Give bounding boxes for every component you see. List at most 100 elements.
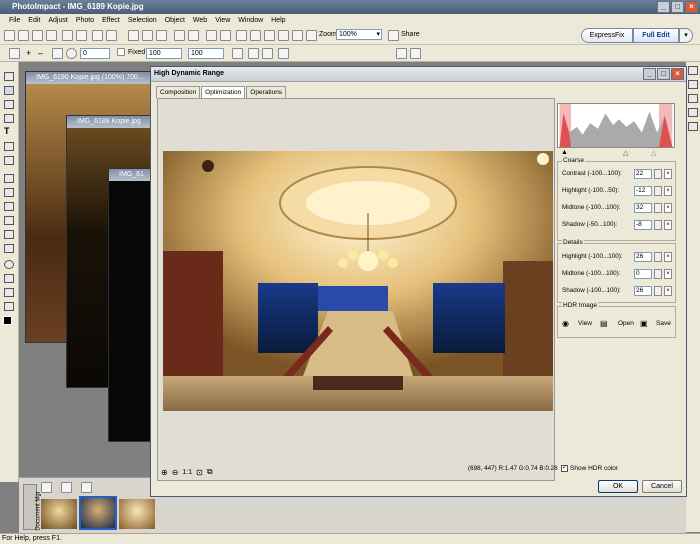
eyedropper-icon[interactable] <box>4 274 14 283</box>
object-icon[interactable] <box>278 30 289 41</box>
open-button[interactable]: Open <box>618 320 634 327</box>
panel-4-icon[interactable] <box>688 108 698 117</box>
pointer-tool-icon[interactable] <box>4 72 14 81</box>
menu-adjust[interactable]: Adjust <box>48 17 67 24</box>
retouch-tool-icon[interactable] <box>4 216 14 225</box>
pin-icon[interactable] <box>278 48 289 59</box>
menu-window[interactable]: Window <box>238 17 263 24</box>
align-icon[interactable] <box>232 48 243 59</box>
zoom-out-icon[interactable]: ⊖ <box>172 468 179 477</box>
rotate-icon[interactable] <box>220 30 231 41</box>
menu-selection[interactable]: Selection <box>128 17 157 24</box>
brush-icon[interactable] <box>292 30 303 41</box>
details-shadow-spinner[interactable] <box>654 286 662 296</box>
coarse-contrast-input[interactable]: 22 <box>634 169 652 179</box>
open-folder-icon[interactable]: ▤ <box>600 319 608 328</box>
new-icon[interactable] <box>4 30 15 41</box>
rectangle-icon[interactable] <box>52 48 63 59</box>
save-icon[interactable] <box>32 30 43 41</box>
cut-icon[interactable] <box>128 30 139 41</box>
minimize-button[interactable]: _ <box>657 1 670 13</box>
tab-operations[interactable]: Operations <box>246 86 287 98</box>
feather-icon[interactable] <box>262 48 273 59</box>
fill-tool-icon[interactable] <box>4 244 14 253</box>
panel-3-icon[interactable] <box>688 94 698 103</box>
lasso-tool-icon[interactable] <box>4 100 14 109</box>
details-shadow-reset[interactable]: × <box>664 286 672 296</box>
menu-object[interactable]: Object <box>165 17 185 24</box>
open-icon[interactable] <box>18 30 29 41</box>
close-button[interactable]: × <box>685 1 698 13</box>
play-icon[interactable] <box>41 482 52 493</box>
thumbnail-3[interactable] <box>119 499 155 529</box>
ok-button[interactable]: OK <box>598 480 638 493</box>
redo-icon[interactable] <box>188 30 199 41</box>
menu-edit[interactable]: Edit <box>28 17 40 24</box>
copy-icon[interactable] <box>142 30 153 41</box>
check-icon[interactable] <box>410 48 421 59</box>
coarse-highlight-reset[interactable]: × <box>664 186 672 196</box>
zoom-select[interactable]: 100% ▾ <box>336 29 382 40</box>
show-hdr-checkbox[interactable]: ✓ <box>561 465 568 472</box>
details-midtone-spinner[interactable] <box>654 269 662 279</box>
menu-effect[interactable]: Effect <box>102 17 120 24</box>
document-window-3[interactable]: IMG_61 <box>108 168 156 442</box>
menu-file[interactable]: File <box>9 17 20 24</box>
share-icon[interactable] <box>388 30 399 41</box>
mode-menu-button[interactable]: ▾ <box>679 28 693 43</box>
dialog-minimize-button[interactable]: _ <box>643 68 656 80</box>
path-tool-icon[interactable] <box>4 302 14 311</box>
grid-icon[interactable] <box>264 30 275 41</box>
home-icon[interactable] <box>396 48 407 59</box>
share-label[interactable]: Share <box>401 31 420 38</box>
details-midtone-input[interactable]: 0 <box>634 269 652 279</box>
transform-tool-icon[interactable] <box>4 156 14 165</box>
select-icon[interactable] <box>9 48 20 59</box>
camera-icon[interactable] <box>62 30 73 41</box>
plus-icon[interactable]: + <box>26 48 31 58</box>
eraser-icon[interactable] <box>4 230 14 239</box>
panel-2-icon[interactable] <box>688 80 698 89</box>
eye-tool-icon[interactable] <box>4 174 14 183</box>
menu-photo[interactable]: Photo <box>76 17 94 24</box>
details-shadow-input[interactable]: 26 <box>634 286 652 296</box>
details-midtone-reset[interactable]: × <box>664 269 672 279</box>
white-point-marker[interactable]: △ <box>651 149 656 157</box>
print-icon[interactable] <box>92 30 103 41</box>
mask-icon[interactable] <box>248 48 259 59</box>
compare-icon[interactable]: ⧉ <box>207 467 213 477</box>
clone-tool-icon[interactable] <box>4 202 14 211</box>
coarse-shadow-spinner[interactable] <box>654 220 662 230</box>
menu-help[interactable]: Help <box>271 17 285 24</box>
adjust-icon[interactable] <box>236 30 247 41</box>
list-view-icon[interactable] <box>61 482 72 493</box>
maximize-button[interactable]: □ <box>671 1 684 13</box>
actual-size-button[interactable]: 1:1 <box>182 469 192 476</box>
panel-5-icon[interactable] <box>688 122 698 131</box>
thumbnail-view-icon[interactable] <box>81 482 92 493</box>
cancel-button[interactable]: Cancel <box>642 480 682 493</box>
fit-window-icon[interactable]: ⊡ <box>196 468 203 477</box>
minus-icon[interactable]: – <box>38 48 43 58</box>
size-input[interactable]: 0 <box>80 48 110 59</box>
height-input[interactable]: 100 <box>188 48 224 59</box>
coarse-contrast-spinner[interactable] <box>654 169 662 179</box>
details-highlight-spinner[interactable] <box>654 252 662 262</box>
coarse-highlight-input[interactable]: -12 <box>634 186 652 196</box>
dialog-maximize-button[interactable]: □ <box>657 68 670 80</box>
preview-icon[interactable] <box>106 30 117 41</box>
expressfix-button[interactable]: ExpressFix <box>581 28 633 43</box>
coarse-shadow-input[interactable]: -8 <box>634 220 652 230</box>
selection-tool-icon[interactable] <box>4 86 14 95</box>
foreground-color-swatch[interactable] <box>3 316 12 325</box>
import-icon[interactable] <box>46 30 57 41</box>
paste-icon[interactable] <box>156 30 167 41</box>
view-button[interactable]: View <box>578 320 592 327</box>
view-icon[interactable]: ◉ <box>562 319 569 328</box>
fulledit-button[interactable]: Full Edit <box>633 28 679 43</box>
menu-web[interactable]: Web <box>193 17 207 24</box>
coarse-shadow-reset[interactable]: × <box>664 220 672 230</box>
coarse-contrast-reset[interactable]: × <box>664 169 672 179</box>
pen-tool-icon[interactable] <box>4 288 14 297</box>
coarse-midtone-input[interactable]: 32 <box>634 203 652 213</box>
